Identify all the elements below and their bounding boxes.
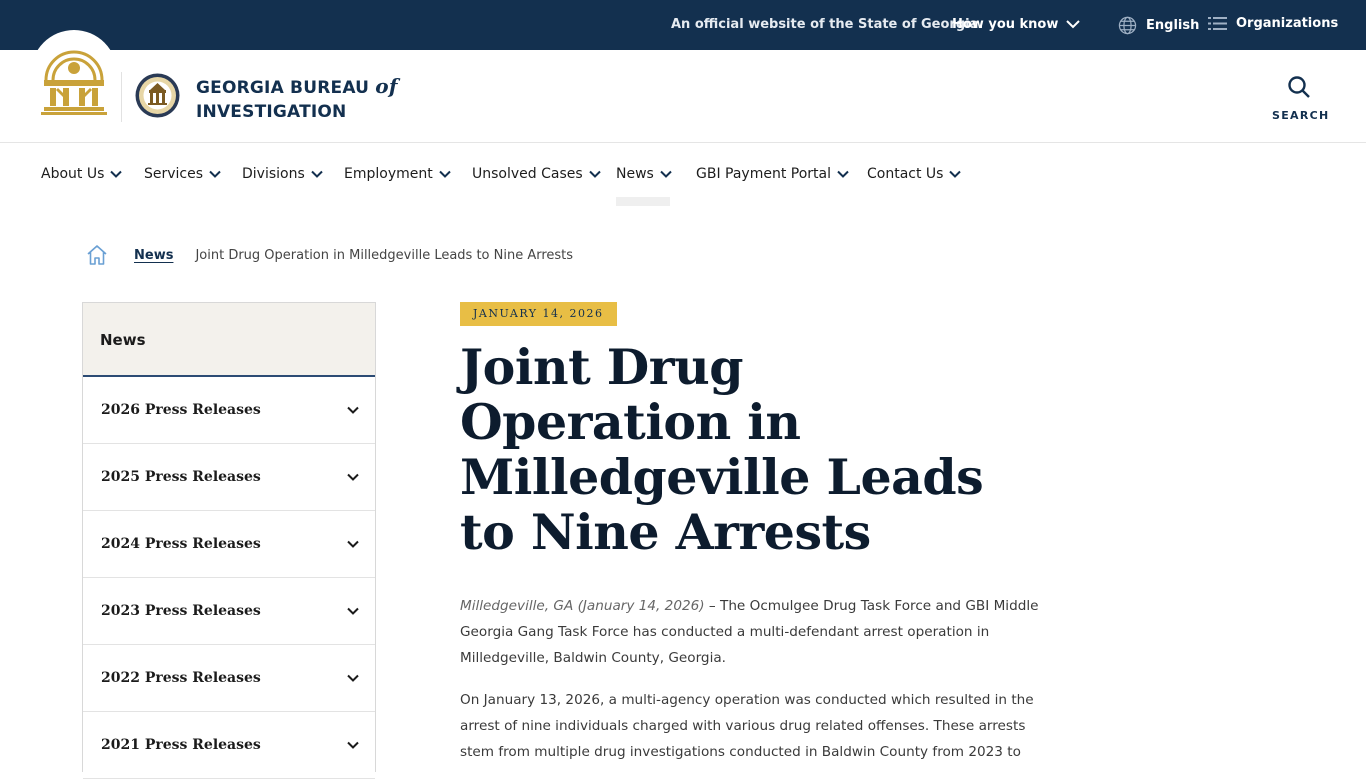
nav-services[interactable]: Services bbox=[144, 166, 221, 182]
sidebar-heading: News bbox=[83, 303, 375, 377]
brand-line-1: GEORGIA BUREAU of bbox=[196, 74, 398, 100]
sidebar-item-label: 2021 Press Releases bbox=[101, 737, 261, 753]
sidebar-item-2024[interactable]: 2024 Press Releases bbox=[83, 511, 375, 578]
language-label: English bbox=[1146, 18, 1200, 33]
official-site-text: An official website of the State of Geor… bbox=[671, 17, 984, 32]
search-icon bbox=[1288, 76, 1310, 98]
chevron-down-icon bbox=[347, 674, 359, 682]
nav-about-us[interactable]: About Us bbox=[41, 166, 123, 182]
breadcrumb-current: Joint Drug Operation in Milledgeville Le… bbox=[195, 247, 574, 263]
main-navigation: About Us Services Divisions Employment U… bbox=[0, 143, 1366, 207]
chevron-down-icon bbox=[1066, 20, 1081, 29]
sidebar-item-label: 2023 Press Releases bbox=[101, 603, 261, 619]
chevron-down-icon bbox=[311, 170, 323, 178]
nav-employment[interactable]: Employment bbox=[344, 166, 451, 182]
nav-label: Contact Us bbox=[867, 166, 944, 182]
search-button[interactable]: SEARCH bbox=[1272, 75, 1330, 122]
nav-unsolved-cases[interactable]: Unsolved Cases bbox=[472, 166, 601, 182]
article-paragraph-1: Milledgeville, GA (January 14, 2026) – T… bbox=[460, 593, 1050, 671]
how-you-know-toggle[interactable]: How you know bbox=[952, 17, 1081, 32]
nav-contact-us[interactable]: Contact Us bbox=[867, 166, 962, 182]
search-label: SEARCH bbox=[1272, 109, 1330, 122]
site-brand[interactable]: GEORGIA BUREAU of INVESTIGATION bbox=[196, 74, 398, 124]
chevron-down-icon bbox=[209, 170, 221, 178]
gbi-seal-logo[interactable] bbox=[135, 72, 180, 119]
home-icon[interactable] bbox=[85, 243, 109, 267]
sidebar-item-label: 2022 Press Releases bbox=[101, 670, 261, 686]
chevron-down-icon bbox=[949, 170, 962, 178]
sidebar-item-label: 2024 Press Releases bbox=[101, 536, 261, 552]
sidebar-item-2025[interactable]: 2025 Press Releases bbox=[83, 444, 375, 511]
article-title: Joint Drug Operation in Milledgeville Le… bbox=[460, 338, 984, 561]
chevron-down-icon bbox=[347, 406, 359, 414]
official-site-banner: An official website of the State of Geor… bbox=[0, 0, 1366, 50]
nav-divisions[interactable]: Divisions bbox=[242, 166, 323, 182]
breadcrumb-news-link[interactable]: News bbox=[134, 248, 173, 263]
georgia-arch-logo[interactable] bbox=[38, 40, 110, 116]
organizations-label: Organizations bbox=[1236, 16, 1339, 31]
sidebar-item-label: 2026 Press Releases bbox=[101, 402, 261, 418]
chevron-down-icon bbox=[660, 170, 672, 178]
article-date-badge: JANUARY 14, 2026 bbox=[460, 302, 617, 326]
nav-label: News bbox=[616, 166, 654, 182]
news-sidebar: News 2026 Press Releases 2025 Press Rele… bbox=[82, 302, 376, 779]
globe-icon bbox=[1118, 16, 1137, 35]
breadcrumb: News Joint Drug Operation in Milledgevil… bbox=[85, 243, 573, 267]
list-icon bbox=[1208, 17, 1227, 30]
chevron-down-icon bbox=[110, 170, 123, 178]
article-dateline: Milledgeville, GA (January 14, 2026) bbox=[460, 598, 705, 614]
language-selector[interactable]: English bbox=[1118, 16, 1199, 35]
brand-name-main: GEORGIA BUREAU bbox=[196, 78, 370, 98]
sidebar-item-2022[interactable]: 2022 Press Releases bbox=[83, 645, 375, 712]
sidebar-item-label: 2025 Press Releases bbox=[101, 469, 261, 485]
organizations-menu[interactable]: Organizations bbox=[1208, 16, 1338, 31]
logo-divider bbox=[121, 72, 122, 122]
nav-gbi-payment-portal[interactable]: GBI Payment Portal bbox=[696, 166, 849, 182]
sidebar-item-2026[interactable]: 2026 Press Releases bbox=[83, 377, 375, 444]
chevron-down-icon bbox=[439, 170, 451, 178]
sidebar-item-2021[interactable]: 2021 Press Releases bbox=[83, 712, 375, 779]
chevron-down-icon bbox=[347, 741, 359, 749]
nav-label: GBI Payment Portal bbox=[696, 166, 831, 182]
chevron-down-icon bbox=[588, 170, 601, 178]
nav-label: Employment bbox=[344, 166, 433, 182]
nav-label: Services bbox=[144, 166, 204, 182]
chevron-down-icon bbox=[347, 473, 359, 481]
how-you-know-label: How you know bbox=[952, 17, 1059, 32]
brand-of: of bbox=[375, 74, 398, 98]
nav-label: Unsolved Cases bbox=[472, 166, 583, 182]
site-header: GEORGIA BUREAU of INVESTIGATION SEARCH bbox=[0, 30, 1366, 143]
nav-label: About Us bbox=[41, 166, 105, 182]
nav-news[interactable]: News bbox=[616, 166, 672, 182]
chevron-down-icon bbox=[837, 170, 849, 178]
chevron-down-icon bbox=[347, 607, 359, 615]
nav-active-indicator bbox=[616, 197, 670, 206]
nav-label: Divisions bbox=[242, 166, 305, 182]
article-paragraph-2: On January 13, 2026, a multi-agency oper… bbox=[460, 692, 1034, 760]
chevron-down-icon bbox=[347, 540, 359, 548]
brand-line-2: INVESTIGATION bbox=[196, 102, 347, 122]
sidebar-item-2023[interactable]: 2023 Press Releases bbox=[83, 578, 375, 645]
